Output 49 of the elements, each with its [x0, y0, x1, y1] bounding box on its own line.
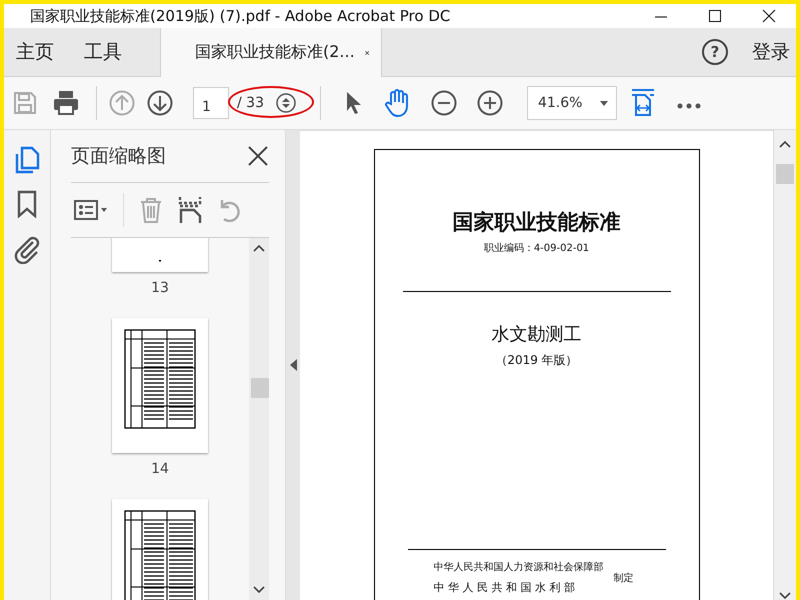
scroll-down-icon[interactable]: [253, 585, 265, 594]
scroll-thumb[interactable]: [776, 164, 794, 184]
close-icon[interactable]: [762, 9, 776, 23]
page-number-label: 14: [151, 461, 169, 477]
collapse-icon[interactable]: [290, 359, 296, 371]
thumbnail-options-icon[interactable]: [73, 197, 109, 223]
pages-icon[interactable]: [13, 146, 41, 174]
print-icon[interactable]: [52, 89, 80, 117]
page-thumbnail[interactable]: [112, 238, 208, 272]
page-count: / 33: [237, 95, 264, 111]
nav-item[interactable]: 工具: [72, 28, 134, 76]
window-title: 国家职业技能标准(2019版) (7).pdf - Adobe Acrobat Pro DC: [29, 6, 452, 26]
scroll-up-icon[interactable]: [779, 140, 791, 149]
bookmark-icon[interactable]: [17, 190, 37, 218]
occupation-code: 职业编码：4-09-02-01: [484, 242, 590, 255]
issuer-text: 中 华 人 民 共 和 国 水 利 部: [434, 580, 576, 595]
login-link[interactable]: 登录: [752, 39, 790, 65]
scroll-up-icon[interactable]: [253, 244, 265, 253]
document-title: 国家职业技能标准: [452, 209, 620, 236]
page-number-field[interactable]: 1: [193, 87, 229, 119]
issued-text: 制定: [614, 572, 634, 584]
fit-page-icon[interactable]: [630, 88, 655, 118]
scroll-thumb[interactable]: [251, 378, 269, 398]
document-subtitle: 水文勘测工: [492, 323, 582, 346]
maximize-icon[interactable]: [708, 9, 722, 23]
caret-icon: [600, 100, 608, 106]
page-thumbnail[interactable]: [112, 499, 208, 600]
help-button[interactable]: ?: [702, 39, 728, 65]
nav-item[interactable]: 主页: [4, 28, 66, 76]
scroll-down-icon[interactable]: [779, 591, 791, 600]
collapse-handle[interactable]: [285, 130, 300, 600]
scrollbar[interactable]: [249, 238, 269, 600]
zoom-in-icon[interactable]: [476, 90, 503, 116]
insert-page-icon[interactable]: [178, 195, 202, 225]
page-stepper-icon[interactable]: [276, 93, 296, 113]
zoom-out-icon[interactable]: [430, 90, 457, 116]
hand-icon[interactable]: [382, 88, 411, 118]
paperclip-icon[interactable]: [13, 234, 41, 264]
next-page-icon[interactable]: [147, 90, 173, 116]
more-icon[interactable]: [676, 102, 701, 108]
edition-text: （2019 年版）: [495, 352, 578, 369]
document-tab[interactable]: 国家职业技能标准(2...: [160, 28, 382, 77]
issuer-text: 中华人民共和国人力资源和社会保障部: [434, 560, 604, 574]
page-number-label: 13: [151, 280, 169, 296]
page-thumbnail[interactable]: [112, 318, 208, 453]
close-icon[interactable]: [247, 145, 269, 167]
zoom-dropdown[interactable]: 41.6%: [526, 86, 617, 120]
panel-title: 页面缩略图: [71, 144, 166, 169]
scrollbar[interactable]: [773, 130, 796, 600]
